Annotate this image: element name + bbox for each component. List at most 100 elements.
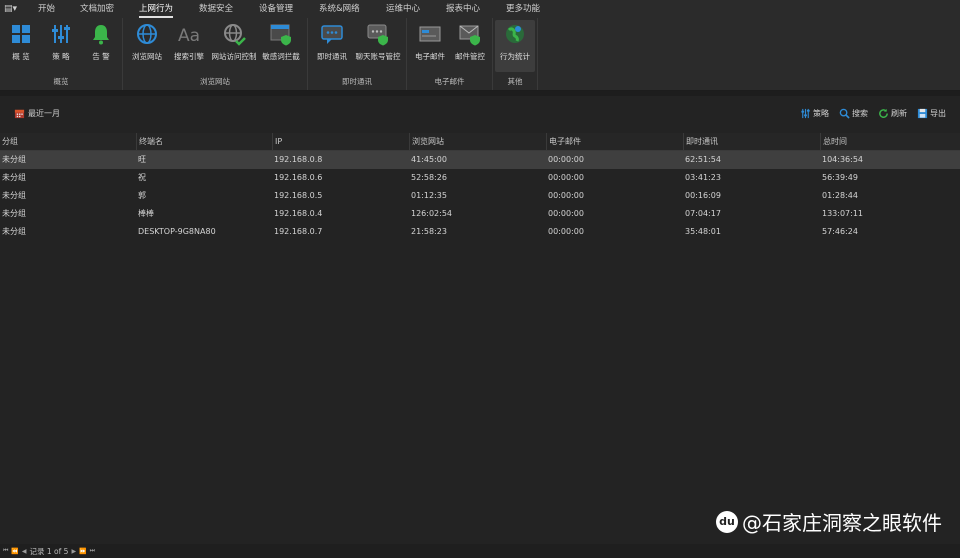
refresh-icon [879, 108, 888, 118]
menu-tab-start[interactable]: 开始 [38, 3, 55, 16]
policy-sliders-icon [52, 25, 70, 43]
paw-logo-icon: du [716, 510, 738, 533]
policy-toolbar-label: 策略 [813, 109, 829, 118]
export-save-icon [917, 108, 928, 119]
cell-browse-time: 52:58:26 [411, 173, 447, 182]
website-access-control-button[interactable]: 网站访问控制 [209, 20, 259, 68]
mail-shield-icon [459, 25, 480, 46]
cell-im-time: 07:04:17 [685, 209, 721, 218]
cell-im-time: 03:41:23 [685, 173, 721, 182]
table-row[interactable]: 未分组 DESKTOP-9G8NA80 192.168.0.7 21:58:23… [0, 223, 960, 241]
cell-browse-time: 126:02:54 [411, 209, 453, 218]
menu-tab-data-security[interactable]: 数据安全 [199, 3, 233, 16]
globe-icon [137, 24, 157, 44]
svg-text:Aa: Aa [178, 26, 200, 46]
cell-total-time: 01:28:44 [822, 191, 858, 200]
policy-toolbar-button[interactable]: 策略 [800, 108, 829, 119]
website-access-control-button-label: 网站访问控制 [211, 52, 257, 61]
policy-button-label: 策 略 [52, 52, 70, 61]
column-header-email[interactable]: 电子邮件 [546, 133, 683, 150]
menu-tab-system-network[interactable]: 系统&网络 [319, 3, 360, 16]
window-shield-icon [270, 24, 291, 46]
cell-email-time: 00:00:00 [548, 173, 584, 182]
cell-im-time: 62:51:54 [685, 155, 721, 164]
cell-total-time: 104:36:54 [822, 155, 864, 164]
menu-tab-internet-behavior[interactable]: 上网行为 [139, 3, 174, 18]
menu-tab-device-management[interactable]: 设备管理 [259, 3, 293, 16]
first-record-icon[interactable]: ⏮ [3, 547, 8, 555]
statistics-table: 分组 终端名 IP 浏览网站 电子邮件 即时通讯 总时间 未分组 旺 192.1… [0, 133, 960, 241]
dashboard-icon [12, 25, 30, 43]
menu-tab-report-center[interactable]: 报表中心 [446, 3, 480, 16]
search-icon [839, 108, 850, 119]
instant-messaging-button[interactable]: 即时通讯 [312, 20, 352, 68]
export-toolbar-button[interactable]: 导出 [917, 108, 946, 119]
cell-browse-time: 41:45:00 [411, 155, 447, 164]
table-row[interactable]: 未分组 郭 192.168.0.5 01:12:35 00:00:00 00:1… [0, 187, 960, 205]
table-row[interactable]: 未分组 祝 192.168.0.6 52:58:26 00:00:00 03:4… [0, 169, 960, 187]
search-toolbar-button[interactable]: 搜索 [839, 108, 868, 119]
content-toolbar: 最近一月 策略 搜索 刷新 导出 [0, 100, 960, 126]
column-header-ip[interactable]: IP [272, 133, 409, 150]
ribbon-group-browse: 浏览网站 Aa 搜索引擎 网站访问控制 敏感词拦截 浏览网站 [123, 18, 308, 90]
app-menu-button[interactable]: ▤▾ [4, 3, 20, 15]
cell-browse-time: 01:12:35 [411, 191, 447, 200]
ribbon-group-label-browse: 浏览网站 [200, 77, 230, 86]
alert-button[interactable]: 告 警 [84, 20, 118, 68]
table-row[interactable]: 未分组 棒棒 192.168.0.4 126:02:54 00:00:00 07… [0, 205, 960, 223]
ribbon-group-email: 电子邮件 邮件管控 电子邮件 [407, 18, 493, 90]
next-record-icon[interactable]: ▶ [71, 548, 76, 555]
cell-group: 未分组 [2, 155, 26, 164]
last-record-icon[interactable]: ⏭ [90, 547, 95, 555]
cell-total-time: 57:46:24 [822, 227, 858, 236]
table-row[interactable]: 未分组 旺 192.168.0.8 41:45:00 00:00:00 62:5… [0, 151, 960, 169]
cell-group: 未分组 [2, 191, 26, 200]
overview-button[interactable]: 概 览 [4, 20, 38, 68]
email-control-button[interactable]: 邮件管控 [450, 20, 490, 68]
browse-websites-button[interactable]: 浏览网站 [127, 20, 167, 68]
column-header-terminal-name[interactable]: 终端名 [136, 133, 272, 150]
cell-terminal-name: 旺 [138, 155, 146, 164]
menu-tab-ops-center[interactable]: 运维中心 [386, 3, 420, 16]
chat-account-control-button[interactable]: 聊天账号管控 [352, 20, 404, 68]
cell-im-time: 35:48:01 [685, 227, 721, 236]
menu-tab-doc-encryption[interactable]: 文档加密 [80, 3, 114, 16]
search-engine-button[interactable]: Aa 搜索引擎 [169, 20, 209, 68]
cell-group: 未分组 [2, 173, 26, 182]
prev-record-icon[interactable]: ◀ [22, 548, 27, 555]
calendar-icon [14, 109, 25, 119]
refresh-toolbar-button[interactable]: 刷新 [878, 108, 907, 119]
alert-button-label: 告 警 [92, 52, 110, 61]
search-toolbar-label: 搜索 [852, 109, 868, 118]
browse-websites-button-label: 浏览网站 [132, 52, 162, 61]
watermark: du @石家庄洞察之眼软件 [716, 507, 942, 536]
instant-messaging-button-label: 即时通讯 [317, 52, 347, 61]
overview-button-label: 概 览 [12, 52, 30, 61]
column-header-total-time[interactable]: 总时间 [820, 133, 960, 150]
policy-button[interactable]: 策 略 [44, 20, 78, 68]
column-header-group[interactable]: 分组 [0, 133, 136, 150]
ribbon-group-overview: 概 览 策 略 告 警 概览 [0, 18, 123, 90]
date-range-selector[interactable]: 最近一月 [14, 108, 60, 119]
next-page-icon[interactable]: ⏩ [79, 548, 86, 555]
cell-email-time: 00:00:00 [548, 191, 584, 200]
mail-card-icon [419, 26, 441, 42]
cell-browse-time: 21:58:23 [411, 227, 447, 236]
prev-page-icon[interactable]: ⏪ [11, 548, 18, 555]
chat-account-control-button-label: 聊天账号管控 [355, 52, 401, 61]
menu-tab-more-features[interactable]: 更多功能 [506, 3, 540, 16]
sensitive-word-block-button[interactable]: 敏感词拦截 [259, 20, 303, 68]
date-range-label: 最近一月 [28, 109, 60, 118]
column-header-instant-messaging[interactable]: 即时通讯 [683, 133, 820, 150]
column-header-browse-websites[interactable]: 浏览网站 [409, 133, 546, 150]
cell-ip: 192.168.0.6 [274, 173, 323, 182]
ribbon-group-label-overview: 概览 [53, 77, 69, 86]
cell-ip: 192.168.0.7 [274, 227, 323, 236]
cell-terminal-name: 棒棒 [138, 209, 154, 218]
behavior-statistics-button-label: 行为统计 [500, 52, 530, 61]
email-button[interactable]: 电子邮件 [410, 20, 450, 68]
ribbon-group-label-email: 电子邮件 [434, 77, 465, 86]
behavior-statistics-button[interactable]: 行为统计 [495, 20, 535, 72]
ribbon-group-label-other: 其他 [507, 77, 523, 86]
cell-ip: 192.168.0.8 [274, 155, 323, 164]
